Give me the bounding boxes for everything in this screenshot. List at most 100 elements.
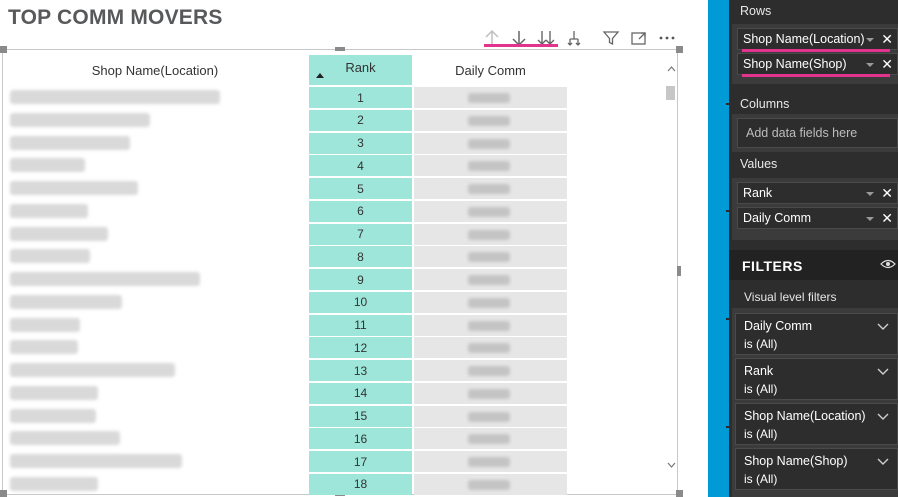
redacted-value xyxy=(468,138,510,149)
rows-field-location[interactable]: Shop Name(Location) ✕ xyxy=(737,28,898,52)
table-row[interactable]: 4 xyxy=(0,154,680,177)
redacted-daily-comm-cell xyxy=(414,337,567,359)
filter-state: is (All) xyxy=(744,337,778,351)
redacted-location-cell xyxy=(10,272,200,286)
column-header-daily-comm[interactable]: Daily Comm xyxy=(413,55,568,85)
remove-field-icon[interactable]: ✕ xyxy=(881,210,893,227)
visual-level-filters-label: Visual level filters xyxy=(744,290,837,304)
table-row[interactable]: 1 xyxy=(0,86,680,109)
rank-cell: 8 xyxy=(309,246,412,268)
rank-cell: 5 xyxy=(309,178,412,199)
table-row[interactable]: 12 xyxy=(0,336,680,359)
table-scrollbar[interactable] xyxy=(665,63,677,473)
field-label: Shop Name(Shop) xyxy=(743,57,847,71)
filter-icon[interactable] xyxy=(601,28,621,48)
redacted-daily-comm-cell xyxy=(414,291,567,313)
redacted-daily-comm-cell xyxy=(414,87,567,108)
chevron-down-icon[interactable] xyxy=(866,63,874,67)
visibility-toggle-icon[interactable] xyxy=(880,257,896,274)
redacted-daily-comm-cell xyxy=(414,473,567,495)
column-header-label: Daily Comm xyxy=(455,62,526,78)
filters-title: FILTERS xyxy=(742,258,803,274)
remove-field-icon[interactable]: ✕ xyxy=(881,185,893,202)
column-header-label: Shop Name(Location) xyxy=(91,62,219,78)
chevron-down-icon[interactable] xyxy=(877,365,889,379)
filter-card[interactable]: Rank is (All) xyxy=(735,358,898,400)
chevron-down-icon[interactable] xyxy=(877,455,889,469)
table-row[interactable]: 7 xyxy=(0,223,680,246)
rows-field-shop[interactable]: Shop Name(Shop) ✕ xyxy=(737,53,898,77)
column-header-label: Rank xyxy=(345,60,376,75)
chevron-down-icon[interactable] xyxy=(866,38,874,42)
annotation-underline xyxy=(742,49,890,52)
table-row[interactable]: 8 xyxy=(0,245,680,268)
redacted-location-cell xyxy=(10,181,138,195)
remove-field-icon[interactable]: ✕ xyxy=(881,56,893,73)
rank-cell: 3 xyxy=(309,132,412,154)
table-row[interactable]: 9 xyxy=(0,268,680,291)
field-label: Daily Comm xyxy=(743,211,812,225)
scroll-down-icon[interactable] xyxy=(665,459,677,471)
table-row[interactable]: 14 xyxy=(0,382,680,405)
redacted-daily-comm-cell xyxy=(414,223,567,245)
columns-drop-area[interactable]: Add data fields here xyxy=(737,118,898,148)
redacted-value xyxy=(468,457,510,467)
redacted-daily-comm-cell xyxy=(414,405,567,427)
resize-handle-top-right[interactable] xyxy=(676,46,683,53)
chevron-down-icon[interactable] xyxy=(866,192,874,196)
redacted-daily-comm-cell xyxy=(414,178,567,199)
table-row[interactable]: 11 xyxy=(0,314,680,337)
values-field-rank[interactable]: Rank ✕ xyxy=(737,182,898,204)
column-header-location[interactable]: Shop Name(Location) xyxy=(0,55,310,85)
filter-card[interactable]: Daily Comm is (All) xyxy=(735,313,898,355)
table-row[interactable]: 2 xyxy=(0,109,680,132)
table-row[interactable]: 6 xyxy=(0,200,680,223)
table-row[interactable]: 15 xyxy=(0,405,680,428)
rows-well-label: Rows xyxy=(740,4,772,18)
redacted-value xyxy=(468,93,510,103)
fields-pane: Rows Shop Name(Location) ✕ Shop Name(Sho… xyxy=(729,0,898,497)
table-row[interactable]: 13 xyxy=(0,359,680,382)
resize-handle-top-left[interactable] xyxy=(0,46,7,53)
more-options-icon[interactable] xyxy=(657,28,677,48)
values-field-daily-comm[interactable]: Daily Comm ✕ xyxy=(737,207,898,229)
filter-state: is (All) xyxy=(744,382,778,396)
redacted-location-cell xyxy=(10,385,98,400)
table-row[interactable]: 10 xyxy=(0,291,680,314)
redacted-daily-comm-cell xyxy=(414,382,567,404)
rank-cell: 10 xyxy=(309,291,412,313)
rank-cell: 16 xyxy=(309,428,412,450)
rank-cell: 13 xyxy=(309,360,412,381)
chevron-down-icon[interactable] xyxy=(877,320,889,334)
column-header-rank[interactable]: Rank xyxy=(309,55,412,85)
table-row[interactable]: 5 xyxy=(0,177,680,200)
table-row[interactable]: 17 xyxy=(0,450,680,473)
redacted-value xyxy=(468,184,510,194)
redacted-daily-comm-cell xyxy=(414,360,567,381)
filter-field-name: Daily Comm xyxy=(744,319,813,333)
redacted-location-cell xyxy=(10,112,150,127)
remove-field-icon[interactable]: ✕ xyxy=(881,31,893,48)
scroll-thumb[interactable] xyxy=(666,86,675,100)
table-row[interactable]: 18 xyxy=(0,473,680,496)
rank-cell: 14 xyxy=(309,382,412,404)
redacted-value xyxy=(468,252,510,263)
redacted-value xyxy=(468,434,510,445)
redacted-value xyxy=(468,115,510,126)
table-row[interactable]: 3 xyxy=(0,132,680,155)
values-well-label: Values xyxy=(740,157,778,171)
focus-mode-icon[interactable] xyxy=(629,28,649,48)
table-body: 1 2 3 4 5 6 7 8 9 10 11 12 13 14 15 16 17 18 xyxy=(0,86,680,496)
redacted-value xyxy=(468,275,510,285)
chevron-down-icon[interactable] xyxy=(877,410,889,424)
scroll-up-icon[interactable] xyxy=(665,63,677,75)
redacted-location-cell xyxy=(10,226,108,241)
columns-well: Add data fields here xyxy=(732,114,898,152)
resize-handle-top[interactable] xyxy=(335,47,345,51)
table-row[interactable]: 16 xyxy=(0,427,680,450)
chevron-down-icon[interactable] xyxy=(866,217,874,221)
redacted-daily-comm-cell xyxy=(414,314,567,336)
filter-card[interactable]: Shop Name(Location) is (All) xyxy=(735,403,898,445)
drill-hierarchy-icon[interactable] xyxy=(564,28,584,48)
filter-card[interactable]: Shop Name(Shop) is (All) xyxy=(735,448,898,490)
